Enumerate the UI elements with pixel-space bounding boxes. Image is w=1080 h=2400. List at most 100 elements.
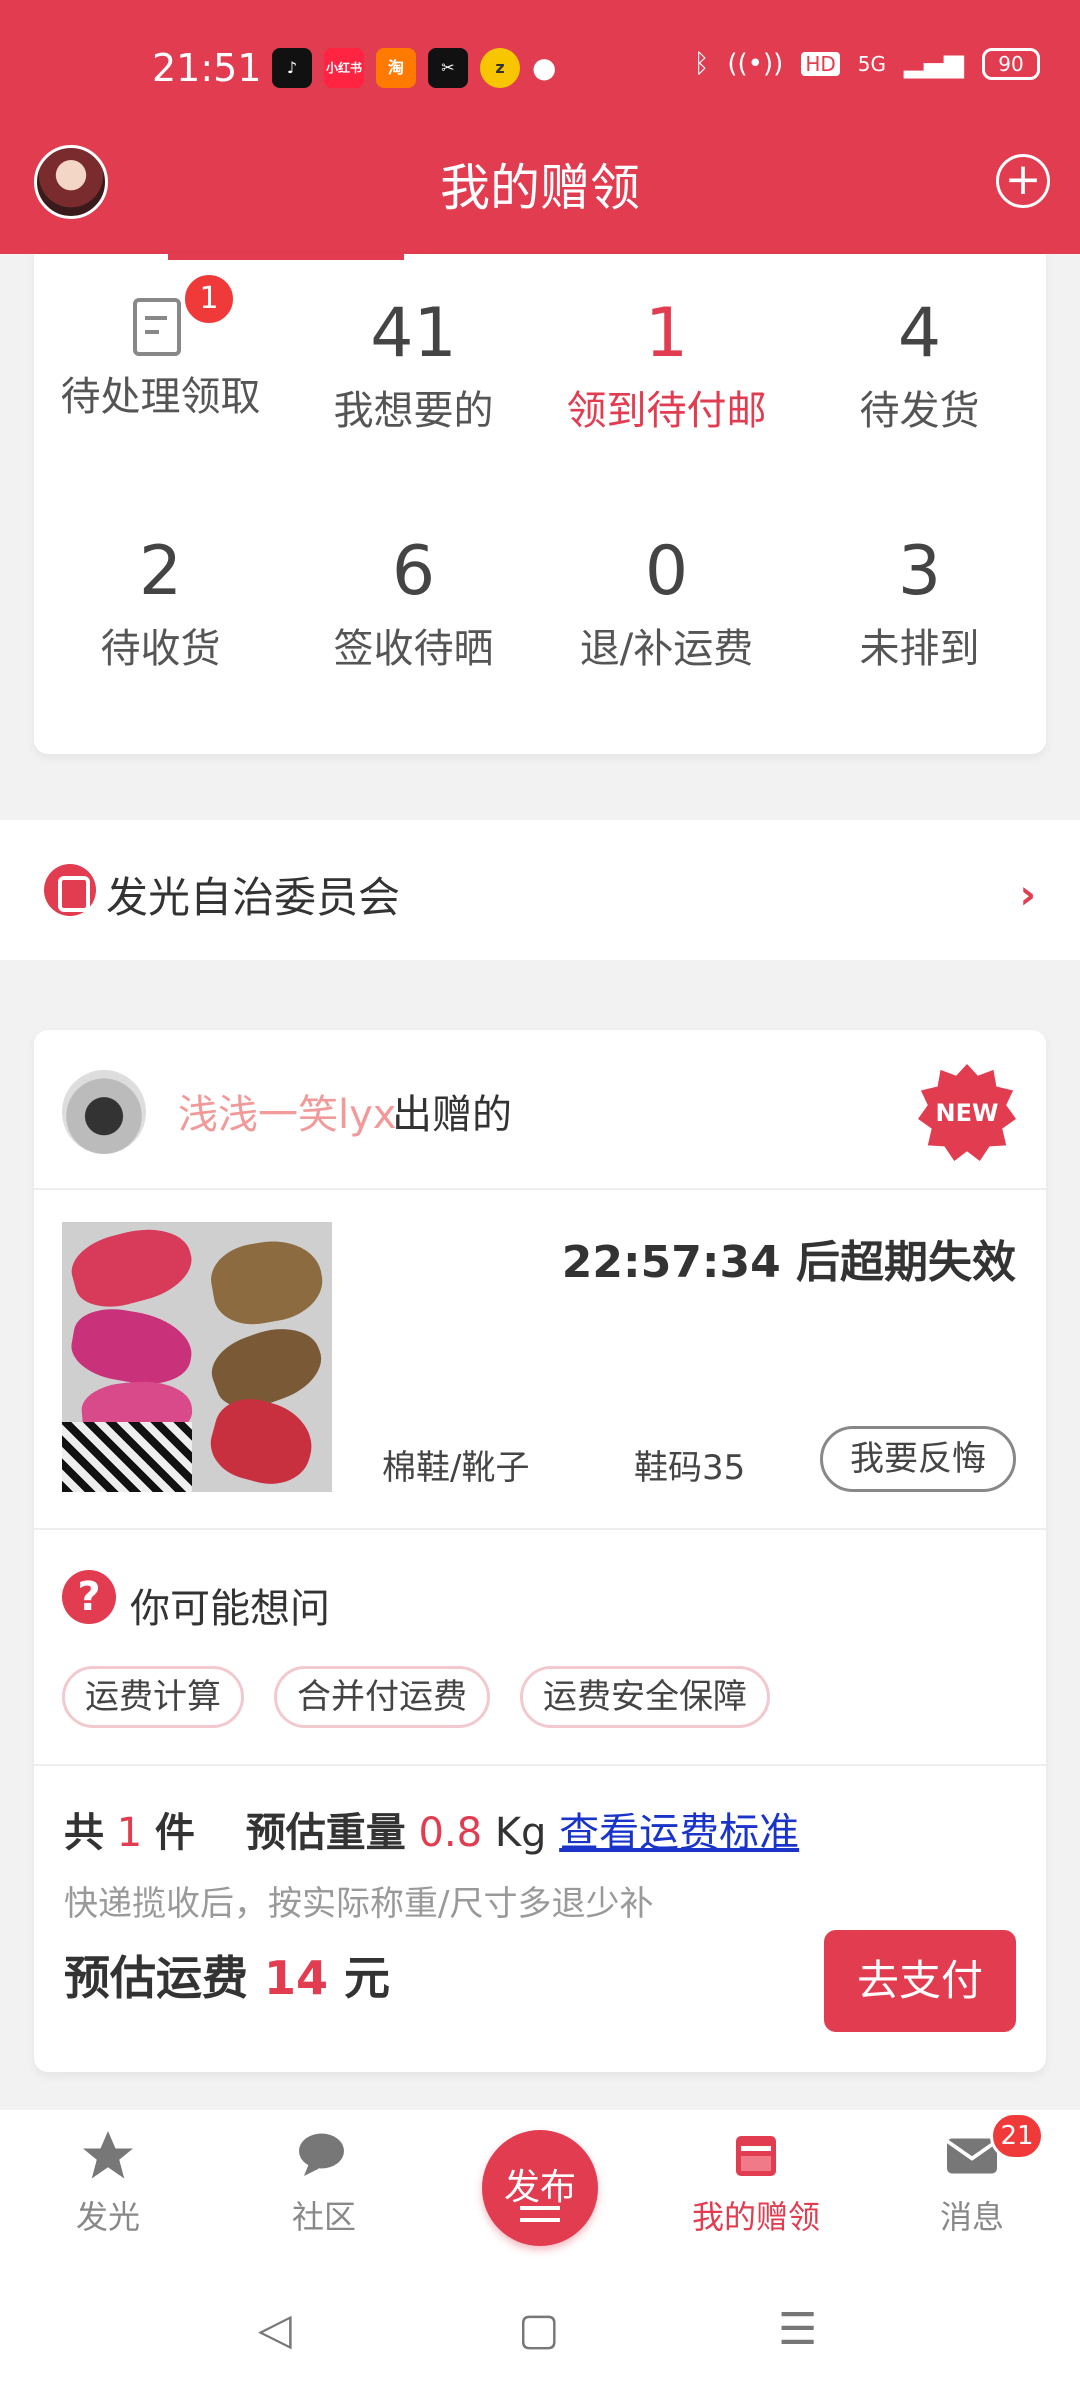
shipping-fee: 预估运费 14 元: [64, 1942, 390, 2008]
capcut-icon: ✂: [428, 48, 468, 88]
taobao-icon: 淘: [376, 48, 416, 88]
stat-pending-claims[interactable]: 待处理领取 1: [34, 272, 287, 422]
item-photo[interactable]: [62, 1222, 332, 1492]
nav-item-my-gifts[interactable]: 我的赠领: [676, 2126, 836, 2238]
nav-label: 我的赠领: [691, 2198, 820, 2236]
new-badge: NEW: [918, 1064, 1016, 1162]
stat-label: 退/补运费: [579, 626, 754, 672]
faq-title: 你可能想问: [130, 1586, 330, 1632]
shipping-standard-link[interactable]: 查看运费标准: [559, 1810, 799, 1856]
stat-label: 待处理领取: [60, 374, 261, 420]
stat-wanted[interactable]: 41 我想要的: [287, 294, 540, 436]
committee-icon: [44, 864, 96, 916]
fee-label: 预估运费: [64, 1951, 248, 2005]
status-app-icons: ♪ 小红书 淘 ✂ z ●: [272, 48, 556, 88]
giver-avatar[interactable]: [62, 1070, 146, 1154]
giver-name[interactable]: 浅浅一笑lyx: [178, 1082, 396, 1140]
nav-label: 社区: [291, 2198, 356, 2236]
add-button[interactable]: +: [996, 154, 1050, 208]
stat-number: 41: [370, 294, 457, 373]
stat-number: 3: [897, 532, 942, 611]
stat-received-to-share[interactable]: 6 签收待晒: [287, 532, 540, 674]
menu-icon[interactable]: ☰: [778, 2304, 817, 2355]
stat-label: 我想要的: [333, 388, 494, 434]
faq-chip-merge-shipping[interactable]: 合并付运费: [274, 1666, 490, 1728]
item-size: 鞋码35: [634, 1448, 746, 1488]
fee-unit: 元: [344, 1951, 391, 2005]
faq-chip-shipping-calc[interactable]: 运费计算: [62, 1666, 244, 1728]
giver-suffix: 出赠的: [392, 1092, 512, 1138]
chevron-right-icon: ›: [1019, 872, 1036, 918]
item-count: 1: [116, 1810, 143, 1856]
chat-bubble-icon: [292, 2126, 356, 2186]
weight-unit: Kg: [494, 1810, 547, 1856]
system-nav-bar: ◁ ▢ ☰: [0, 2260, 1080, 2400]
stat-number: 1: [644, 294, 689, 373]
pay-button[interactable]: 去支付: [824, 1930, 1016, 2032]
back-icon[interactable]: ◁: [258, 2304, 292, 2355]
nav-item-messages[interactable]: 消息 21: [892, 2112, 1052, 2238]
stat-label: 待发货: [859, 388, 980, 434]
stat-awaiting-shipment[interactable]: 4 待发货: [793, 294, 1046, 436]
giver-row: 浅浅一笑lyx 出赠的 NEW: [34, 1030, 1046, 1190]
star-icon: [76, 2126, 140, 2186]
summary-card: 待处理领取 1 41 我想要的 1 领到待付邮 4 待发货 2 待收货 6 签收…: [34, 254, 1046, 754]
stat-awaiting-receipt[interactable]: 2 待收货: [34, 532, 287, 674]
stat-label: 签收待晒: [333, 626, 494, 672]
gift-box-icon: [724, 2126, 788, 2186]
stat-number: 0: [644, 532, 689, 611]
signal-5g-icon: 5G: [857, 52, 886, 76]
stat-label: 未排到: [859, 626, 980, 672]
bottom-nav: 发光 社区 发布 我的赠领 消息 21: [0, 2110, 1080, 2260]
faq-section: ? 你可能想问 运费计算 合并付运费 运费安全保障: [34, 1530, 1046, 1766]
weight-label: 预估重量: [245, 1810, 406, 1856]
stat-awaiting-postage[interactable]: 1 领到待付邮: [540, 294, 793, 436]
more-notifications-dot-icon: ●: [532, 51, 557, 84]
hd-icon: HD: [801, 52, 840, 76]
weight-value: 0.8: [418, 1810, 483, 1856]
status-indicators: ᛒ ((•)) HD 5G ▂▄▆ 90: [694, 48, 1040, 80]
faq-chips: 运费计算 合并付运费 运费安全保障: [62, 1666, 770, 1728]
home-icon[interactable]: ▢: [518, 2304, 560, 2355]
committee-row[interactable]: 发光自治委员会 ›: [0, 820, 1080, 960]
shipping-summary: 共 1 件 预估重量 0.8 Kg 查看运费标准: [64, 1800, 799, 1858]
item-count-prefix: 共: [64, 1810, 104, 1856]
regret-button[interactable]: 我要反悔: [820, 1426, 1016, 1492]
nav-label: 消息: [939, 2198, 1004, 2236]
shipping-note: 快递揽收后，按实际称重/尺寸多退少补: [64, 1884, 654, 1924]
status-time: 21:51: [152, 46, 262, 90]
stat-number: 4: [897, 294, 942, 373]
item-row[interactable]: 22:57:34 后超期失效 棉鞋/靴子 鞋码35 我要反悔: [34, 1190, 1046, 1530]
publish-label: 发布: [503, 2167, 576, 2208]
bluetooth-icon: ᛒ: [693, 49, 710, 79]
expire-countdown: 22:57:34 后超期失效: [561, 1237, 1016, 1288]
nav-item-community[interactable]: 社区: [244, 2126, 404, 2238]
item-category: 棉鞋/靴子: [382, 1448, 530, 1488]
stat-label: 领到待付邮: [566, 388, 767, 434]
stat-number: 6: [391, 532, 436, 611]
stat-refund-shipping[interactable]: 0 退/补运费: [540, 532, 793, 674]
wifi-icon: ((•)): [727, 49, 784, 79]
item-count-unit: 件: [154, 1810, 195, 1856]
page-title: 我的赠领: [440, 159, 640, 217]
nav-label: 发光: [75, 2198, 140, 2236]
signal-icon: ▂▄▆: [904, 49, 964, 79]
app-header: 21:51 ♪ 小红书 淘 ✂ z ● ᛒ ((•)) HD 5G ▂▄▆ 90…: [0, 0, 1080, 254]
stat-number: 2: [138, 532, 183, 611]
xiaohongshu-icon: 小红书: [324, 48, 364, 88]
committee-label: 发光自治委员会: [106, 873, 401, 922]
publish-button[interactable]: 发布: [482, 2130, 598, 2246]
order-card: 浅浅一笑lyx 出赠的 NEW 22:57:34 后超期失效 棉鞋/靴子 鞋码3…: [34, 1030, 1046, 2072]
active-tab-indicator: [168, 254, 404, 260]
tiktok-icon: ♪: [272, 48, 312, 88]
faq-chip-shipping-safety[interactable]: 运费安全保障: [520, 1666, 770, 1728]
stat-not-queued[interactable]: 3 未排到: [793, 532, 1046, 674]
status-bar: 21:51 ♪ 小红书 淘 ✂ z ● ᛒ ((•)) HD 5G ▂▄▆ 90: [0, 38, 1080, 98]
fee-value: 14: [264, 1951, 329, 2005]
nav-item-glow[interactable]: 发光: [28, 2126, 188, 2238]
star-app-icon: z: [480, 48, 520, 88]
message-count-badge: 21: [990, 2112, 1044, 2160]
question-icon: ?: [62, 1570, 116, 1624]
pending-count-badge: 1: [182, 272, 236, 326]
stat-label: 待收货: [100, 626, 221, 672]
